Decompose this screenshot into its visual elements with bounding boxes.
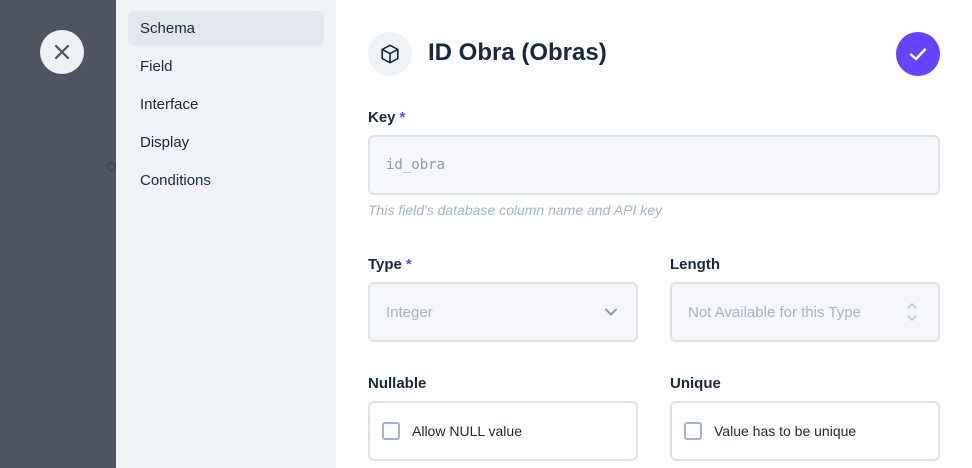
chevron-up-icon[interactable] [906, 302, 918, 310]
nav-item-interface[interactable]: Interface [128, 87, 324, 122]
close-button[interactable] [40, 30, 84, 74]
length-input[interactable]: Not Available for this Type [670, 282, 940, 342]
nav-item-field[interactable]: Field [128, 49, 324, 84]
nav-item-conditions[interactable]: Conditions [128, 163, 324, 198]
close-icon [54, 44, 70, 60]
key-label-text: Key [368, 109, 396, 126]
unique-option-label: Value has to be unique [714, 423, 857, 439]
key-input[interactable]: id_obra [368, 135, 940, 195]
drawer-content: ID Obra (Obras) Key * id_obra This field'… [336, 0, 972, 468]
page-title: ID Obra (Obras) [428, 39, 607, 66]
header-icon-container [368, 32, 412, 76]
checkbox-unchecked-icon[interactable] [382, 422, 400, 440]
required-mark: * [405, 256, 412, 273]
nullable-label: Nullable [368, 375, 427, 392]
type-select[interactable]: Integer [368, 282, 638, 342]
nav-item-label: Interface [140, 96, 199, 113]
drawer-nav: Schema Field Interface Display Condition… [116, 0, 336, 468]
nav-item-label: Conditions [140, 172, 211, 189]
nav-item-schema[interactable]: Schema [128, 11, 324, 46]
key-input-value: id_obra [386, 157, 446, 173]
key-label: Key * [368, 109, 405, 126]
nullable-checkbox[interactable]: Allow NULL value [368, 401, 638, 461]
nav-item-label: Field [140, 58, 173, 75]
chevron-down-icon[interactable] [906, 314, 918, 322]
unique-checkbox[interactable]: Value has to be unique [670, 401, 940, 461]
nav-item-display[interactable]: Display [128, 125, 324, 160]
nav-item-label: Schema [140, 20, 196, 37]
length-input-placeholder: Not Available for this Type [688, 303, 861, 321]
length-stepper[interactable] [906, 302, 918, 322]
length-label: Length [670, 256, 720, 273]
modal-backdrop[interactable] [0, 0, 116, 468]
chevron-down-icon [605, 308, 617, 316]
box-icon [381, 44, 399, 64]
required-mark: * [399, 109, 406, 126]
type-label: Type * [368, 256, 412, 273]
type-label-text: Type [368, 256, 402, 273]
type-select-value: Integer [386, 303, 433, 321]
key-hint: This field's database column name and AP… [368, 202, 662, 218]
check-icon [909, 48, 927, 61]
save-button[interactable] [896, 32, 940, 76]
checkbox-unchecked-icon[interactable] [684, 422, 702, 440]
backdrop-handle-icon [107, 162, 116, 171]
nav-item-label: Display [140, 134, 190, 151]
nullable-option-label: Allow NULL value [412, 423, 522, 439]
unique-label: Unique [670, 375, 721, 392]
